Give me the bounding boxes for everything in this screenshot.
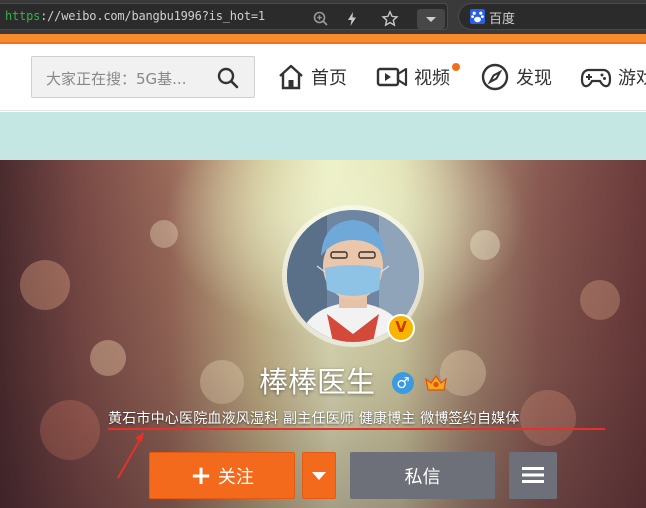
search-icon[interactable]: [216, 66, 240, 90]
nav-item-games[interactable]: 游戏: [580, 62, 646, 92]
lightning-icon[interactable]: [343, 10, 361, 28]
site-search-box[interactable]: 大家正在搜：5G基...: [31, 56, 255, 98]
annotation-arrow-icon: [117, 432, 144, 479]
verified-mark: V: [395, 318, 407, 336]
profile-name: 棒棒医生: [259, 365, 376, 399]
more-menu-button[interactable]: [509, 452, 557, 499]
search-engine-label: 百度: [489, 12, 516, 27]
follow-label: 关注: [217, 466, 254, 488]
star-icon[interactable]: [381, 10, 399, 28]
nav-item-video[interactable]: 视频: [376, 62, 460, 92]
baidu-icon: [470, 9, 485, 24]
nav-item-label: 首页: [311, 68, 347, 89]
url-path: ://weibo.com/bangbu1996?is_hot=1: [40, 9, 265, 23]
hamburger-menu-icon: [522, 467, 544, 483]
browser-search-box[interactable]: 百度: [458, 3, 646, 30]
caret-down-icon: [312, 472, 326, 480]
compass-icon: [481, 63, 509, 91]
profile-banner: V 棒棒医生 ♂ 黄石市中心医院血液风湿科 副主任医师 健康博主 微博签约自媒体…: [0, 112, 646, 508]
annotation-underline: [108, 428, 605, 430]
video-icon: [376, 67, 408, 87]
male-gender-icon: ♂: [392, 372, 414, 394]
nav-item-discover[interactable]: 发现: [480, 62, 552, 92]
vip-crown-icon[interactable]: [424, 373, 448, 393]
address-bar[interactable]: https://weibo.com/bangbu1996?is_hot=1: [0, 3, 448, 30]
gender-symbol: ♂: [396, 374, 410, 392]
chevron-down-icon: [426, 17, 436, 22]
gamepad-icon: [580, 68, 612, 88]
message-label: 私信: [404, 466, 441, 488]
follow-button[interactable]: + 关注: [149, 452, 295, 499]
home-icon: [279, 64, 303, 90]
nav-item-label: 游戏: [618, 68, 646, 89]
verified-badge-icon: V: [387, 314, 415, 342]
address-dropdown-button[interactable]: [417, 9, 445, 29]
zoom-icon[interactable]: [312, 10, 330, 28]
nav-item-home[interactable]: 首页: [277, 62, 347, 92]
follow-dropdown-button[interactable]: [302, 452, 336, 499]
notification-dot: [452, 63, 460, 71]
message-button[interactable]: 私信: [350, 452, 495, 499]
profile-bio: 黄石市中心医院血液风湿科 副主任医师 健康博主 微博签约自媒体: [108, 411, 520, 427]
banner-sky: [0, 112, 646, 160]
browser-toolbar: https://weibo.com/bangbu1996?is_hot=1 百度: [0, 0, 646, 34]
site-header: 大家正在搜：5G基... 首页 视频 发现 游戏: [0, 44, 646, 111]
url-scheme: https: [5, 9, 41, 23]
url-text: https://weibo.com/bangbu1996?is_hot=1: [5, 9, 265, 23]
search-input[interactable]: 大家正在搜：5G基...: [46, 68, 186, 89]
top-accent-stripe: [0, 34, 646, 44]
nav-item-label: 发现: [516, 68, 552, 89]
nav-item-label: 视频: [414, 68, 450, 89]
plus-icon: +: [190, 460, 212, 491]
